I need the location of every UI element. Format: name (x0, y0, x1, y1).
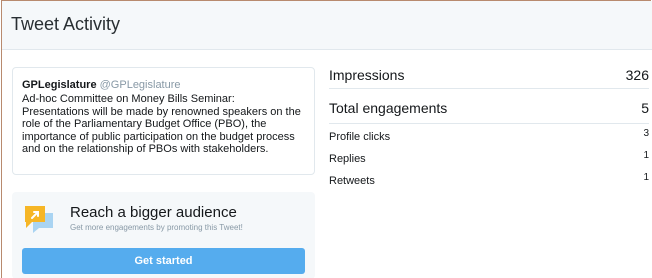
total-engagements-label: Total engagements (329, 100, 448, 116)
profile-clicks-row: Profile clicks 3 (329, 124, 649, 146)
replies-value: 1 (643, 150, 649, 161)
stats-panel: Impressions 326 Total engagements 5 Prof… (329, 61, 649, 190)
tweet-card[interactable]: GPLegislature @GPLegislature Ad-hoc Comm… (12, 67, 315, 175)
impressions-row: Impressions 326 (329, 61, 649, 89)
profile-clicks-label: Profile clicks (329, 131, 391, 143)
replies-row: Replies 1 (329, 146, 649, 168)
tweet-author-handle[interactable]: @GPLegislature (100, 79, 181, 91)
get-started-button[interactable]: Get started (22, 248, 305, 274)
replies-label: Replies (329, 153, 366, 165)
page-title: Tweet Activity (11, 14, 121, 34)
megaphone-chat-icon (23, 204, 55, 234)
profile-clicks-value: 3 (643, 128, 649, 139)
tweet-author-name[interactable]: GPLegislature (22, 79, 97, 91)
promo-title: Reach a bigger audience (70, 204, 237, 221)
panel-header: Tweet Activity (2, 1, 652, 50)
total-engagements-value: 5 (641, 100, 649, 116)
retweets-value: 1 (643, 172, 649, 183)
retweets-label: Retweets (329, 175, 375, 187)
tweet-author: GPLegislature @GPLegislature (22, 79, 304, 92)
tweet-activity-panel: Tweet Activity GPLegislature @GPLegislat… (1, 0, 652, 278)
impressions-value: 326 (625, 67, 649, 83)
retweets-row: Retweets 1 (329, 168, 649, 190)
promote-tweet-box: Reach a bigger audience Get more engagem… (12, 192, 315, 278)
tweet-text: Ad-hoc Committee on Money Bills Seminar:… (22, 93, 301, 155)
promo-subtitle: Get more engagements by promoting this T… (70, 223, 243, 232)
impressions-label: Impressions (329, 67, 405, 83)
total-engagements-row: Total engagements 5 (329, 89, 649, 124)
